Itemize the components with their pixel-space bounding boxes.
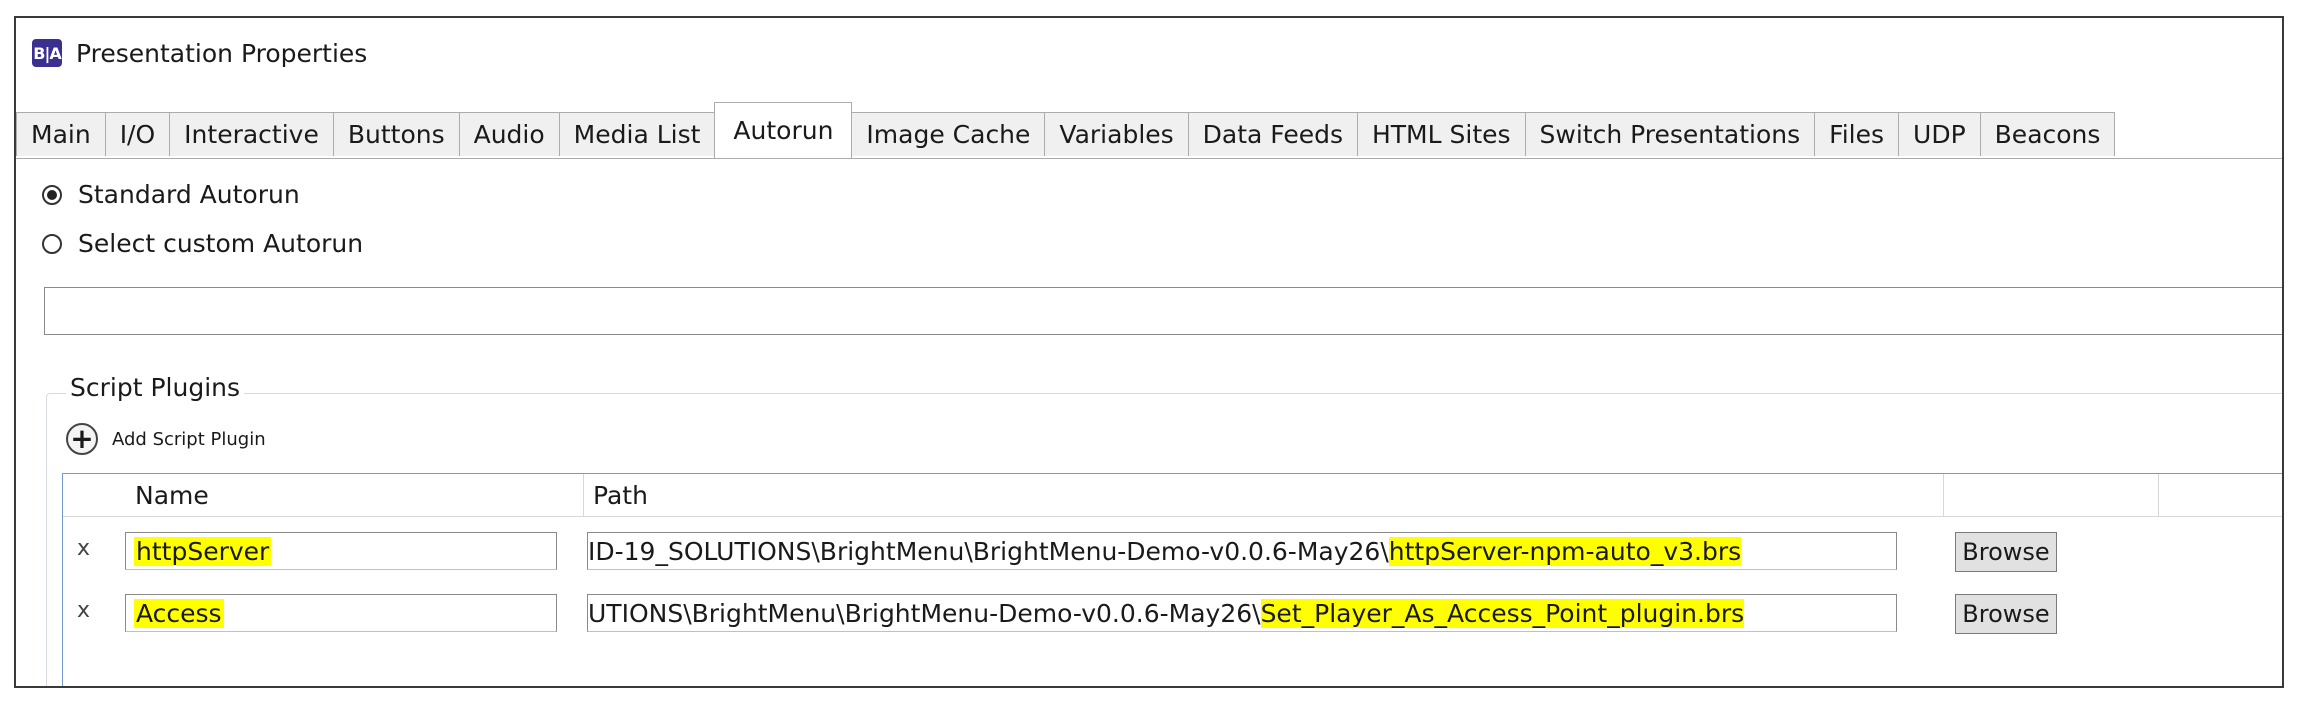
plugin-name-field[interactable]: Access [125,594,557,632]
custom-autorun-path-input[interactable] [44,287,2282,335]
table-row: x Access UTIONS\BrightMenu\BrightMenu-De… [63,584,2282,644]
title-bar: B|A Presentation Properties [16,18,2282,88]
add-script-plugin-button[interactable]: + Add Script Plugin [66,423,266,455]
brightauthor-app-icon: B|A [32,39,62,67]
plugin-name-value: httpServer [134,536,272,566]
table-row: x httpServer ID-19_SOLUTIONS\BrightMenu\… [63,522,2282,582]
custom-autorun-radio[interactable] [42,233,62,254]
custom-autorun-option[interactable]: Select custom Autorun [42,229,363,258]
tab-bar: Main I/O Interactive Buttons Audio Media… [16,102,2282,159]
grid-header: Name Path [63,474,2282,517]
plugin-path-prefix: UTIONS\BrightMenu\BrightMenu-Demo-v0.0.6… [588,598,1261,628]
remove-plugin-button[interactable]: x [77,598,90,623]
tab-udp[interactable]: UDP [1898,112,1981,156]
tab-main[interactable]: Main [16,112,106,156]
tab-switch-presentations[interactable]: Switch Presentations [1524,112,1816,156]
plugin-name-field[interactable]: httpServer [125,532,557,570]
plugin-name-value: Access [134,598,224,628]
column-header-path[interactable]: Path [593,474,648,516]
script-plugins-label: Script Plugins [66,373,245,402]
tab-io[interactable]: I/O [104,112,171,156]
tab-html-sites[interactable]: HTML Sites [1356,112,1526,156]
plugin-path-prefix: ID-19_SOLUTIONS\BrightMenu\BrightMenu-De… [588,536,1389,566]
tab-beacons[interactable]: Beacons [1979,112,2116,156]
plugin-path-file: Set_Player_As_Access_Point_plugin.brs [1260,598,1745,628]
tab-interactive[interactable]: Interactive [169,112,334,156]
standard-autorun-option[interactable]: Standard Autorun [42,180,300,209]
tab-buttons[interactable]: Buttons [332,112,460,156]
browse-button[interactable]: Browse [1955,594,2057,634]
tab-media-list[interactable]: Media List [558,112,716,156]
column-divider[interactable] [583,474,584,516]
custom-autorun-label: Select custom Autorun [78,229,364,258]
tab-image-cache[interactable]: Image Cache [851,112,1046,156]
remove-plugin-button[interactable]: x [77,536,90,561]
plugin-path-field[interactable]: ID-19_SOLUTIONS\BrightMenu\BrightMenu-De… [587,532,1897,570]
column-divider[interactable] [1943,474,1944,516]
window-title: Presentation Properties [76,38,368,68]
tab-files[interactable]: Files [1814,112,1900,156]
presentation-properties-window: B|A Presentation Properties Main I/O Int… [14,16,2284,688]
tab-audio[interactable]: Audio [458,112,560,156]
tab-data-feeds[interactable]: Data Feeds [1187,112,1358,156]
plugin-path-file: httpServer-npm-auto_v3.brs [1388,536,1742,566]
plus-icon[interactable]: + [66,423,98,455]
add-script-plugin-label: Add Script Plugin [112,428,266,450]
browse-button[interactable]: Browse [1955,532,2057,572]
tab-variables[interactable]: Variables [1044,112,1189,156]
standard-autorun-label: Standard Autorun [78,180,300,209]
column-header-name[interactable]: Name [135,474,209,516]
tab-autorun[interactable]: Autorun [714,102,853,158]
column-divider[interactable] [2158,474,2159,516]
plugin-path-field[interactable]: UTIONS\BrightMenu\BrightMenu-Demo-v0.0.6… [587,594,1897,632]
script-plugins-grid: Name Path x httpServer ID-19_SOLUTIONS\B… [62,473,2282,686]
standard-autorun-radio[interactable] [42,184,62,205]
